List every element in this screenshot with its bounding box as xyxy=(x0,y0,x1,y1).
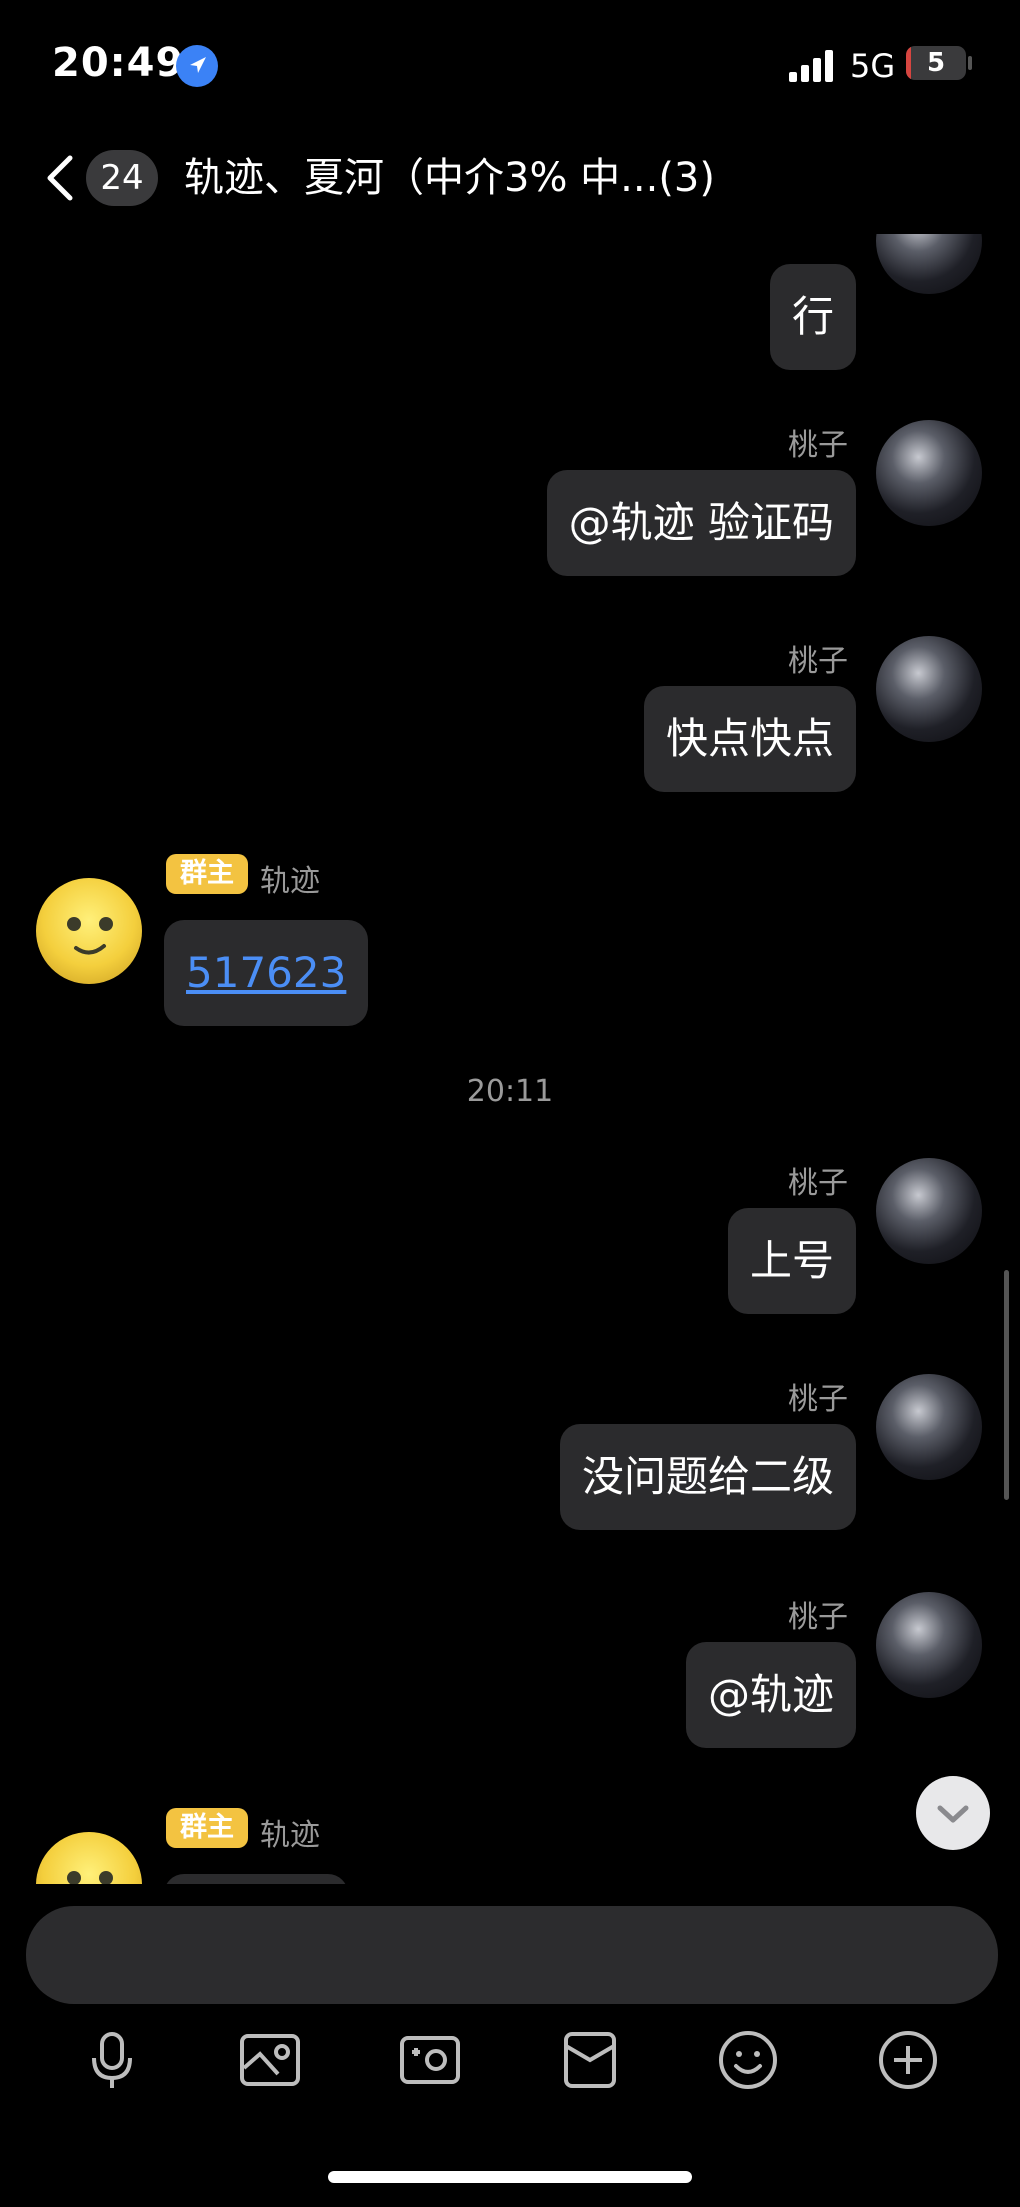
message-bubble[interactable] xyxy=(164,1874,348,1884)
message-row: 行 xyxy=(0,234,1020,374)
plus-circle-icon[interactable] xyxy=(876,2028,940,2092)
signal-strength-icon xyxy=(789,50,833,82)
chevron-left-icon[interactable] xyxy=(38,152,82,204)
home-indicator[interactable] xyxy=(328,2171,692,2183)
message-bubble[interactable]: 上号 xyxy=(727,1208,856,1314)
message-row: 桃子 @轨迹 验证码 xyxy=(0,420,1020,630)
sender-name: 桃子 xyxy=(788,428,848,463)
file-icon[interactable] xyxy=(558,2028,622,2092)
message-link[interactable]: 517623 xyxy=(164,920,369,1026)
sender-name: 轨迹 xyxy=(260,1818,320,1853)
emoji-icon[interactable] xyxy=(716,2028,780,2092)
avatar[interactable] xyxy=(876,1592,982,1698)
sender-name: 桃子 xyxy=(788,1382,848,1417)
message-input[interactable] xyxy=(26,1906,998,2004)
message-bubble[interactable]: 没问题给二级 xyxy=(559,1424,856,1530)
role-badge: 群主 xyxy=(166,1808,248,1848)
image-icon[interactable] xyxy=(238,2028,302,2092)
message-bubble[interactable]: @轨迹 验证码 xyxy=(546,470,856,576)
message-row: 桃子 @轨迹 xyxy=(0,1592,1020,1802)
scrollbar[interactable] xyxy=(1004,1270,1009,1500)
sender-name: 桃子 xyxy=(788,1166,848,1201)
status-time: 20:49 xyxy=(52,40,185,86)
message-row: 群主 轨迹 517623 xyxy=(0,854,1020,1064)
timestamp: 20:11 xyxy=(466,1074,554,1109)
avatar[interactable] xyxy=(36,878,142,984)
message-row: 群主 轨迹 xyxy=(0,1808,1020,1884)
avatar[interactable] xyxy=(36,1832,142,1884)
avatar[interactable] xyxy=(876,1374,982,1480)
sender-name: 桃子 xyxy=(788,1600,848,1635)
message-row: 桃子 没问题给二级 xyxy=(0,1374,1020,1584)
message-list[interactable]: 行 桃子 @轨迹 验证码 桃子 快点快点 群主 轨迹 517623 20:11 … xyxy=(0,234,1020,1884)
battery-level: 5 xyxy=(926,48,946,78)
sender-name: 桃子 xyxy=(788,644,848,679)
message-bubble[interactable]: @轨迹 xyxy=(685,1642,856,1748)
camera-icon[interactable] xyxy=(398,2028,462,2092)
chat-title[interactable]: 轨迹、夏河（中介3% 中...(3) xyxy=(184,150,715,206)
message-row: 桃子 上号 xyxy=(0,1158,1020,1368)
scroll-to-bottom-button[interactable] xyxy=(916,1776,990,1850)
avatar[interactable] xyxy=(876,420,982,526)
message-row: 桃子 快点快点 xyxy=(0,636,1020,846)
microphone-icon[interactable] xyxy=(80,2028,144,2092)
avatar[interactable] xyxy=(876,636,982,742)
role-badge: 群主 xyxy=(166,854,248,894)
avatar[interactable] xyxy=(876,1158,982,1264)
network-type: 5G xyxy=(850,47,896,85)
battery-icon: 5 xyxy=(906,46,966,80)
avatar[interactable] xyxy=(876,234,982,294)
message-bubble[interactable]: 快点快点 xyxy=(643,686,856,792)
location-arrow-icon xyxy=(176,45,218,87)
battery-tip xyxy=(968,56,972,70)
chevron-down-icon xyxy=(937,1805,969,1823)
sender-name: 轨迹 xyxy=(260,864,320,899)
message-bubble[interactable]: 行 xyxy=(769,264,856,370)
unread-count-badge[interactable]: 24 xyxy=(86,150,158,206)
